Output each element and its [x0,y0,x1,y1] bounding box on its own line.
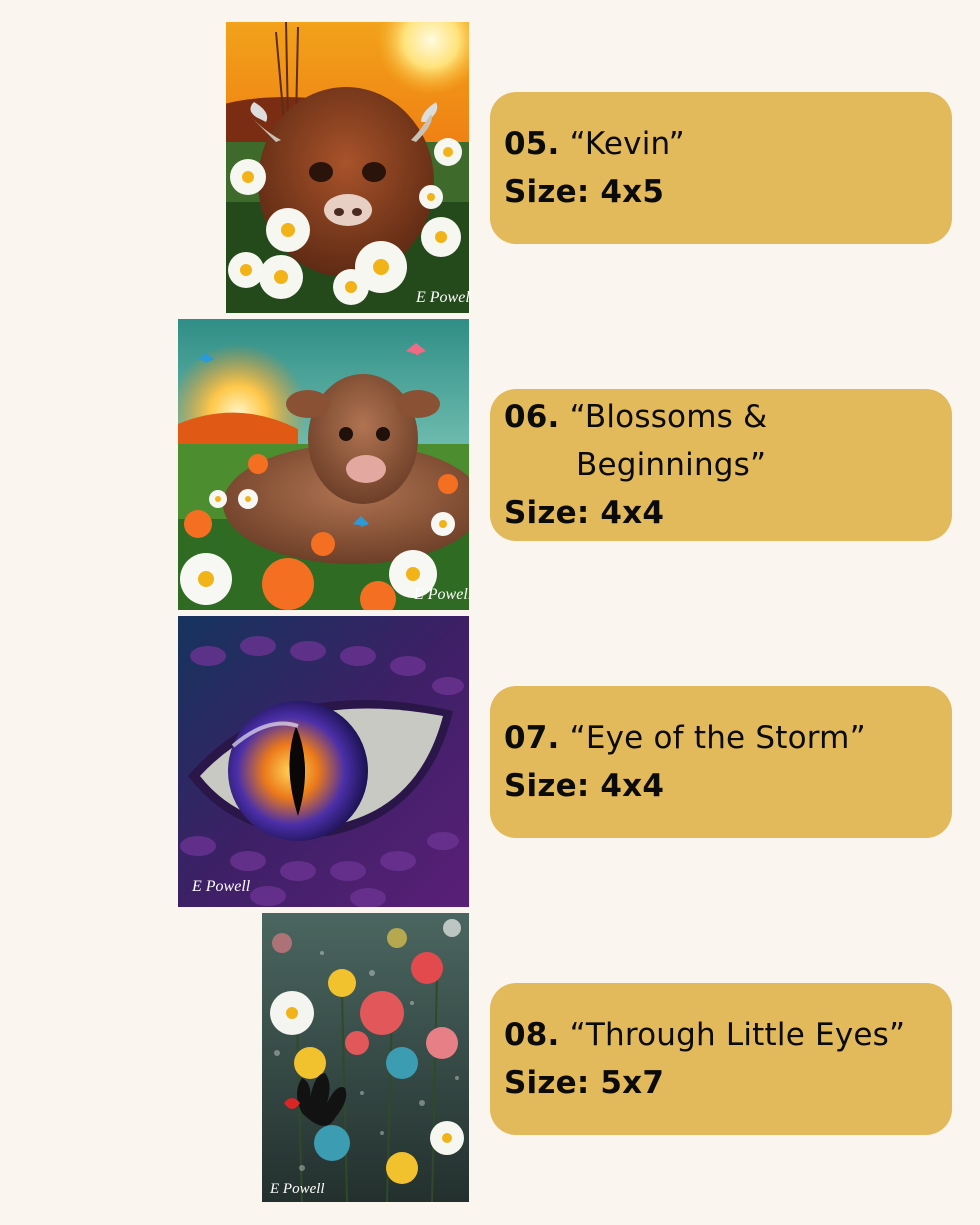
item-title: “Blossoms & [569,399,768,435]
item-title-line: 06. “Blossoms & [504,393,952,441]
signature: E Powell [413,586,469,603]
item-title-line: 07. “Eye of the Storm” [504,714,952,762]
painting-kevin: E Powell [226,22,469,313]
item-size: Size: 4x4 [504,495,665,531]
item-title-line: 08. “Through Little Eyes” [504,1011,952,1059]
item-card-08: 08. “Through Little Eyes” Size: 5x7 [490,983,952,1135]
item-title: “Through Little Eyes” [569,1017,906,1053]
item-number: 07. [504,720,560,756]
item-title: “Kevin” [569,126,685,162]
item-title-continued: Beginnings” [576,447,767,483]
painting-eye-of-the-storm: E Powell [178,616,469,907]
item-size: Size: 4x5 [504,174,665,210]
item-card-07: 07. “Eye of the Storm” Size: 4x4 [490,686,952,838]
item-number: 05. [504,126,560,162]
signature: E Powell [415,289,469,306]
painting-blossoms-beginnings: E Powell [178,319,469,610]
item-title: “Eye of the Storm” [569,720,866,756]
item-card-06: 06. “Blossoms & Beginnings” Size: 4x4 [490,389,952,541]
item-number: 08. [504,1017,560,1053]
item-card-05: 05. “Kevin” Size: 4x5 [490,92,952,244]
signature: E Powell [191,878,251,895]
item-size: Size: 4x4 [504,768,665,804]
item-size: Size: 5x7 [504,1065,665,1101]
item-number: 06. [504,399,560,435]
painting-through-little-eyes: E Powell [262,913,469,1202]
item-title-line: 05. “Kevin” [504,120,952,168]
signature: E Powell [269,1181,325,1197]
